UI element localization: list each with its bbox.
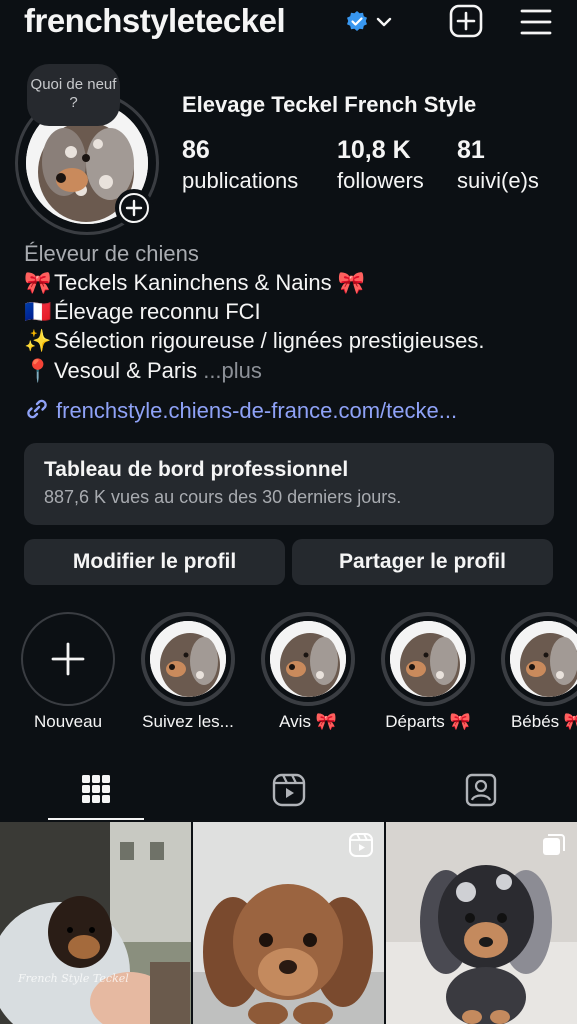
post-image [0, 822, 191, 1024]
note-bubble[interactable]: Quoi de neuf ? [27, 64, 120, 126]
create-post-icon[interactable] [449, 4, 483, 38]
tab-tagged[interactable] [384, 760, 576, 820]
tagged-icon [465, 773, 497, 807]
bio-line: ✨ Sélection rigoureuse / lignées prestigi… [24, 328, 485, 353]
tab-reels[interactable] [192, 760, 384, 820]
profile-full-name: Elevage Teckel French Style [182, 92, 477, 117]
top-bar: frenchstyleteckel [0, 0, 577, 46]
plus-icon [51, 642, 85, 676]
bio-more-link[interactable]: ...plus [203, 358, 262, 383]
edit-profile-button[interactable]: Modifier le profil [24, 539, 285, 585]
highlight-label: Avis 🎀 [279, 712, 337, 731]
post-watermark-text: French Style Teckel [18, 972, 129, 985]
highlight-story[interactable] [261, 612, 355, 706]
following-count[interactable]: 81 [457, 136, 485, 165]
post-tile[interactable]: French Style Teckel [0, 822, 191, 1024]
highlight-story[interactable] [141, 612, 235, 706]
post-tile[interactable] [386, 822, 577, 1024]
highlight-label: Nouveau [33, 712, 103, 731]
plus-icon [121, 195, 147, 221]
link-icon [27, 399, 47, 419]
add-story-button[interactable] [115, 189, 153, 227]
dashboard-title: Tableau de bord professionnel [44, 458, 349, 481]
menu-icon[interactable] [520, 6, 552, 38]
followers-label[interactable]: followers [337, 168, 424, 194]
verified-badge-icon [347, 11, 367, 31]
following-label[interactable]: suivi(e)s [457, 168, 539, 194]
highlight-story[interactable] [501, 612, 577, 706]
active-tab-indicator [48, 818, 144, 820]
bio-line: 📍 Vesoul & Paris ...plus [24, 358, 262, 383]
bio-link[interactable]: frenchstyle.chiens-de-france.com/tecke..… [24, 396, 457, 424]
highlight-cover-image [390, 621, 466, 697]
dashboard-subtitle: 887,6 K vues au cours des 30 derniers jo… [44, 487, 402, 507]
reel-indicator-icon [349, 833, 373, 857]
username-title[interactable]: frenchstyleteckel [24, 2, 286, 40]
bio-category: Éleveur de chiens [24, 241, 199, 266]
posts-label[interactable]: publications [182, 168, 298, 194]
bio-line: 🎀 Teckels Kaninchens & Nains 🎀 [24, 270, 366, 295]
reels-icon [272, 773, 306, 807]
tab-grid[interactable] [0, 760, 192, 820]
highlight-new[interactable] [21, 612, 115, 706]
highlight-label: Départs 🎀 [385, 712, 471, 731]
highlight-label: Bébés 🎀 [510, 712, 577, 731]
highlight-cover-image [150, 621, 226, 697]
highlight-cover-image [270, 621, 346, 697]
posts-grid: French Style Teckel [0, 822, 577, 1024]
highlight-label: Suivez les... [142, 712, 234, 731]
profile-tabs [0, 760, 577, 820]
posts-count[interactable]: 86 [182, 136, 210, 165]
chevron-down-icon[interactable] [374, 12, 394, 32]
professional-dashboard[interactable]: Tableau de bord professionnel 887,6 K vu… [24, 443, 554, 525]
share-profile-button[interactable]: Partager le profil [292, 539, 553, 585]
followers-count[interactable]: 10,8 K [337, 136, 411, 165]
bio-line: 🇫🇷 Élevage reconnu FCI [24, 299, 261, 324]
highlight-story[interactable] [381, 612, 475, 706]
grid-icon [82, 775, 110, 803]
highlight-cover-image [510, 621, 577, 697]
carousel-indicator-icon [543, 834, 565, 855]
post-tile[interactable] [193, 822, 384, 1024]
